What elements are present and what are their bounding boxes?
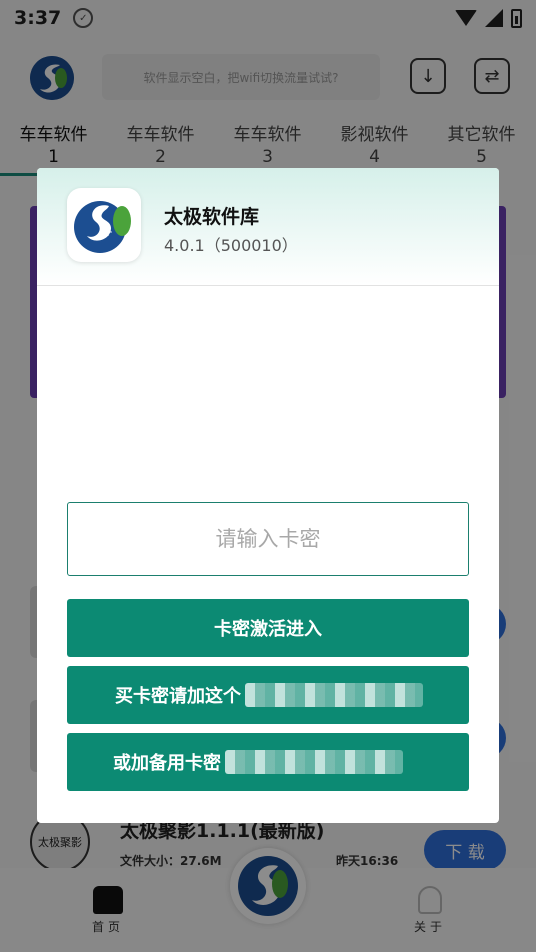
dialog-version: 4.0.1（500010） <box>164 236 298 255</box>
redacted-contact <box>225 750 403 774</box>
redacted-contact <box>245 683 423 707</box>
buy-key-button[interactable]: 买卡密请加这个 <box>67 666 469 724</box>
backup-key-button[interactable]: 或加备用卡密 <box>67 733 469 791</box>
card-key-input[interactable] <box>67 502 469 576</box>
dialog-app-name: 太极软件库 <box>164 206 260 228</box>
taiji-logo-icon: + <box>67 188 141 262</box>
dialog-header: + 太极软件库 4.0.1（500010） <box>37 168 499 286</box>
activate-button[interactable]: 卡密激活进入 <box>67 599 469 657</box>
backup-key-label: 或加备用卡密 <box>113 753 221 774</box>
activation-dialog: + 太极软件库 4.0.1（500010） 卡密激活进入 买卡密请加这个 或加备… <box>37 168 499 823</box>
svg-text:+: + <box>103 225 113 239</box>
buy-key-label: 买卡密请加这个 <box>115 686 241 707</box>
